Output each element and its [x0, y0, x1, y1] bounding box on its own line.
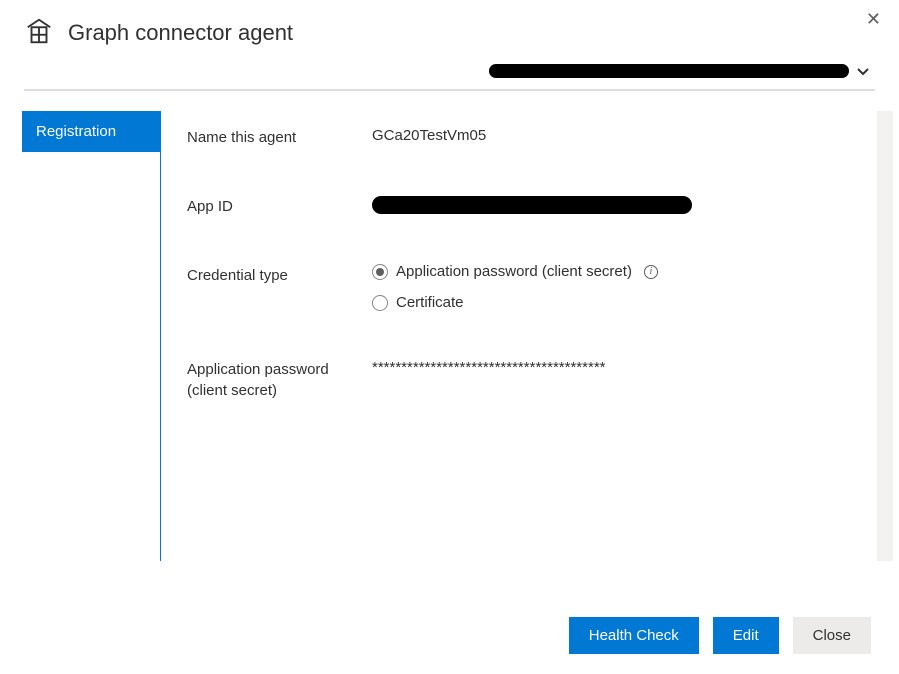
account-dropdown[interactable] [0, 59, 899, 89]
connector-agent-icon [24, 16, 54, 49]
app-id-label: App ID [187, 194, 372, 217]
app-password-value: **************************************** [372, 357, 606, 376]
header-divider [24, 89, 875, 91]
app-password-label: Application password (client secret) [187, 357, 372, 401]
dialog-title: Graph connector agent [68, 20, 293, 46]
credential-type-radios: Application password (client secret) i C… [372, 263, 658, 311]
radio-certificate-label: Certificate [396, 294, 464, 311]
close-button[interactable]: Close [793, 617, 871, 654]
credential-type-label: Credential type [187, 263, 372, 286]
radio-application-password[interactable]: Application password (client secret) i [372, 263, 658, 280]
health-check-button[interactable]: Health Check [569, 617, 699, 654]
radio-application-password-label: Application password (client secret) [396, 263, 632, 280]
radio-unselected-icon [372, 295, 388, 311]
info-icon[interactable]: i [644, 265, 658, 279]
chevron-down-icon [855, 63, 871, 79]
scrollbar[interactable] [877, 111, 893, 561]
name-agent-value: GCa20TestVm05 [372, 125, 486, 144]
tab-registration[interactable]: Registration [22, 111, 160, 152]
registration-panel: Name this agent GCa20TestVm05 App ID Cre… [161, 111, 899, 561]
radio-selected-icon [372, 264, 388, 280]
radio-certificate[interactable]: Certificate [372, 294, 658, 311]
edit-button[interactable]: Edit [713, 617, 779, 654]
dialog-header: Graph connector agent [0, 0, 899, 59]
name-agent-label: Name this agent [187, 125, 372, 148]
close-icon[interactable]: ✕ [866, 10, 881, 28]
account-name-redacted [489, 64, 849, 78]
app-id-value-redacted [372, 196, 692, 214]
sidebar: Registration [0, 111, 160, 561]
dialog-footer: Health Check Edit Close [569, 617, 871, 654]
